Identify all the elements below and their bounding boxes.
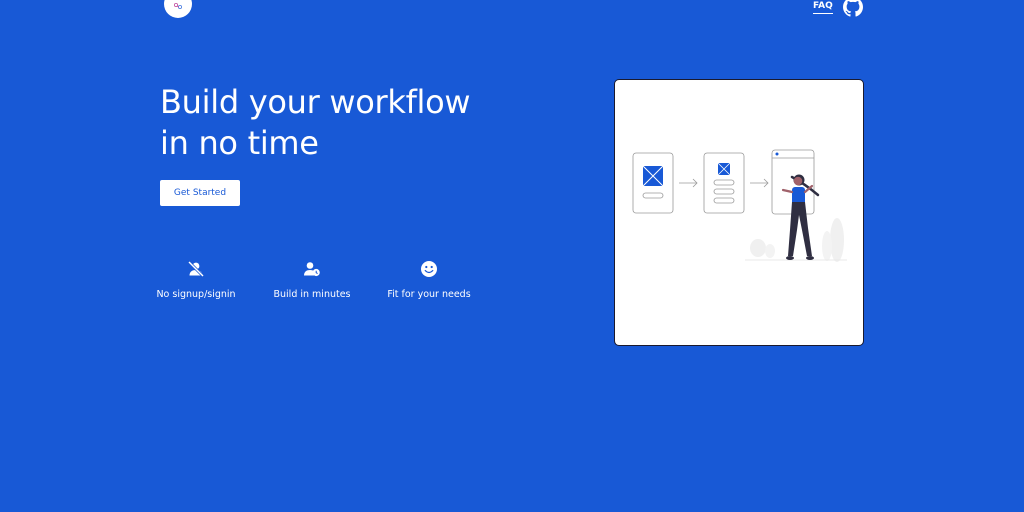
headline-line-1: Build your workflow (160, 83, 471, 121)
feature-label: No signup/signin (156, 289, 236, 300)
github-icon[interactable] (843, 0, 863, 17)
get-started-button[interactable]: Get Started (160, 180, 240, 206)
form-card-2-icon (703, 152, 745, 214)
headline-line-2: in no time (160, 124, 319, 162)
feature-build-minutes: Build in minutes (274, 260, 351, 300)
page-title: Build your workflow in no time (160, 82, 540, 164)
logo-icon (174, 3, 183, 9)
feature-no-signup: No signup/signin (156, 260, 236, 300)
illustration-card (614, 79, 864, 346)
workflow-illustration (632, 149, 847, 262)
feature-label: Fit for your needs (387, 289, 471, 300)
faq-link[interactable]: FAQ (813, 1, 833, 14)
user-slash-icon (187, 260, 205, 278)
form-card-1-icon (632, 152, 674, 214)
feature-fit-needs: Fit for your needs (387, 260, 471, 300)
user-clock-icon (304, 262, 320, 277)
feature-label: Build in minutes (273, 289, 351, 300)
arrow-right-icon (750, 178, 769, 188)
arrow-right-icon (679, 178, 698, 188)
logo[interactable] (164, 0, 192, 18)
smile-icon (421, 261, 437, 277)
